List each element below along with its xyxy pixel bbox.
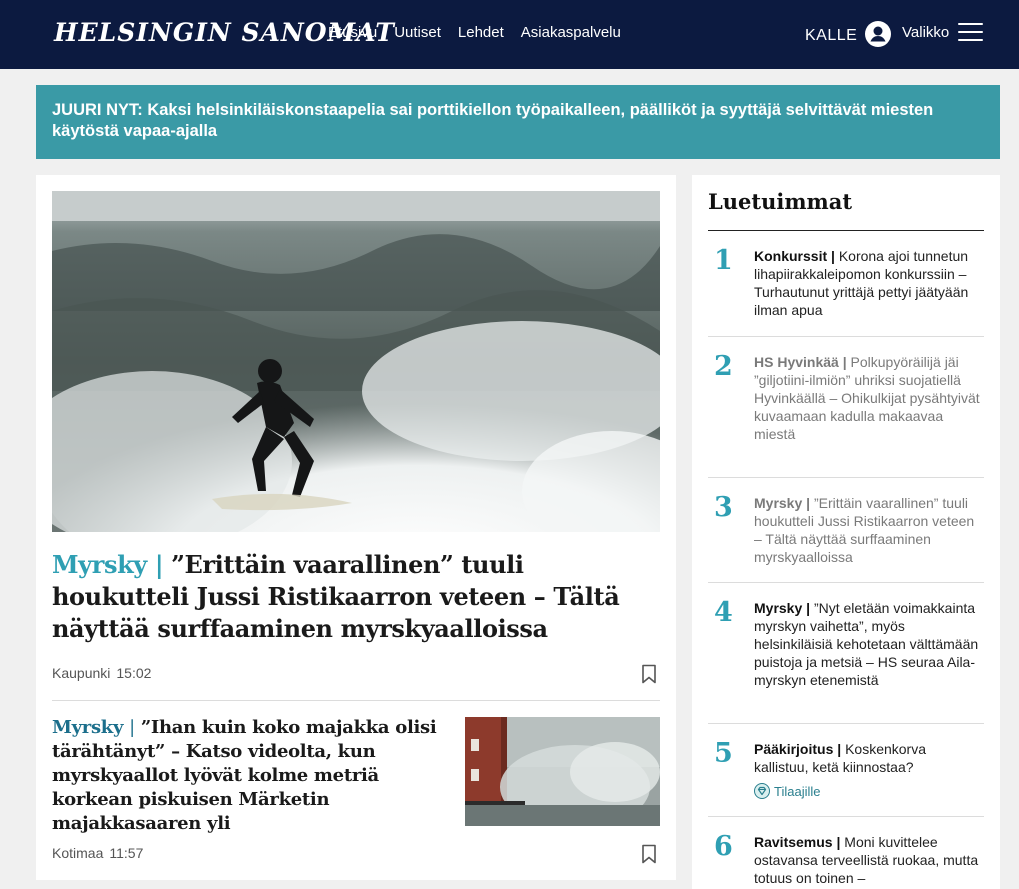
rank-headline: Myrsky | ”Nyt eletään voimakkainta myrsk… xyxy=(754,599,982,689)
hero-kicker: Myrsky xyxy=(52,550,147,579)
rank-separator: | xyxy=(836,834,841,850)
rank-separator: | xyxy=(806,495,811,511)
rank-kicker: HS Hyvinkää xyxy=(754,354,839,370)
subscriber-badge: Tilaajille xyxy=(754,783,820,799)
second-section: Kotimaa xyxy=(52,845,104,861)
second-kicker: Myrsky xyxy=(52,717,124,738)
user-icon xyxy=(865,21,892,47)
second-time: 11:57 xyxy=(109,845,144,861)
rank-number: 3 xyxy=(714,492,733,523)
bookmark-icon[interactable] xyxy=(641,664,657,684)
breaking-news-banner[interactable]: JUURI NYT: Kaksi helsinkiläiskonstaapeli… xyxy=(36,85,1000,159)
most-read-item[interactable]: 6 Ravitsemus | Moni kuvittelee ostavansa… xyxy=(708,817,984,889)
most-read-item[interactable]: 5 Pääkirjoitus | Koskenkorva kallistuu, … xyxy=(708,724,984,817)
hero-headline[interactable]: Myrsky | ”Erittäin vaarallinen” tuuli ho… xyxy=(52,549,632,645)
hamburger-icon xyxy=(958,23,984,41)
nav-item-uutiset[interactable]: Uutiset xyxy=(394,24,441,41)
hero-image[interactable] xyxy=(52,191,660,532)
surfer-photo-icon xyxy=(52,191,660,532)
most-read-title: Luetuimmat xyxy=(708,189,853,214)
rank-kicker: Myrsky xyxy=(754,495,803,511)
subscriber-label: Tilaajille xyxy=(774,783,821,799)
most-read-item[interactable]: 2 HS Hyvinkää | Polkupyöräilijä jäi ”gil… xyxy=(708,337,984,478)
most-read-item[interactable]: 3 Myrsky | ”Erittäin vaarallinen” tuuli … xyxy=(708,478,984,583)
rank-separator: | xyxy=(842,354,847,370)
hero-time: 15:02 xyxy=(116,665,152,681)
user-account-button[interactable]: KALLE xyxy=(805,21,892,47)
second-thumbnail[interactable] xyxy=(465,717,660,826)
rank-headline: HS Hyvinkää | Polkupyöräilijä jäi ”giljo… xyxy=(754,353,982,443)
second-headline[interactable]: Myrsky | ”Ihan kuin koko majakka olisi t… xyxy=(52,716,452,836)
rank-separator: | xyxy=(831,248,835,264)
nav-item-etusivu[interactable]: Etusivu xyxy=(328,24,377,41)
menu-label: Valikko xyxy=(902,24,950,41)
rank-kicker: Pääkirjoitus xyxy=(754,741,834,757)
rank-number: 5 xyxy=(714,738,733,769)
site-header: HELSINGIN SANOMAT Etusivu Uutiset Lehdet… xyxy=(0,0,1019,69)
bookmark-icon[interactable] xyxy=(641,844,657,864)
diamond-icon xyxy=(754,783,770,799)
most-read-panel: Luetuimmat 1 Konkurssit | Korona ajoi tu… xyxy=(692,175,1000,889)
rank-separator: | xyxy=(806,600,811,616)
most-read-item[interactable]: 1 Konkurssit | Korona ajoi tunnetun liha… xyxy=(708,231,984,337)
rank-kicker: Konkurssit xyxy=(754,248,828,264)
hero-meta: Kaupunki 15:02 xyxy=(52,665,151,681)
main-nav: Etusivu Uutiset Lehdet Asiakaspalvelu xyxy=(328,24,621,41)
menu-button[interactable]: Valikko xyxy=(902,23,984,41)
rank-number: 6 xyxy=(714,831,733,862)
rank-headline: Konkurssit | Korona ajoi tunnetun lihapi… xyxy=(754,247,982,319)
rank-number: 2 xyxy=(714,351,733,382)
lighthouse-wave-photo-icon xyxy=(465,717,660,826)
hero-separator: | xyxy=(154,550,164,579)
most-read-item[interactable]: 4 Myrsky | ”Nyt eletään voimakkainta myr… xyxy=(708,583,984,724)
rank-headline: Myrsky | ”Erittäin vaarallinen” tuuli ho… xyxy=(754,494,982,566)
rank-headline: Pääkirjoitus | Koskenkorva kallistuu, ke… xyxy=(754,740,982,776)
main-news-card: Myrsky | ”Erittäin vaarallinen” tuuli ho… xyxy=(36,175,676,880)
second-meta: Kotimaa 11:57 xyxy=(52,845,143,861)
rank-number: 1 xyxy=(714,245,733,276)
user-name: KALLE xyxy=(805,26,858,44)
rank-kicker: Ravitsemus xyxy=(754,834,833,850)
nav-item-lehdet[interactable]: Lehdet xyxy=(458,24,504,41)
rank-headline: Ravitsemus | Moni kuvittelee ostavansa t… xyxy=(754,833,982,887)
second-separator: | xyxy=(129,717,135,738)
divider xyxy=(52,700,660,701)
rank-separator: | xyxy=(837,741,842,757)
rank-number: 4 xyxy=(714,597,733,628)
nav-item-asiakaspalvelu[interactable]: Asiakaspalvelu xyxy=(521,24,621,41)
hero-section: Kaupunki xyxy=(52,665,111,681)
rank-kicker: Myrsky xyxy=(754,600,803,616)
